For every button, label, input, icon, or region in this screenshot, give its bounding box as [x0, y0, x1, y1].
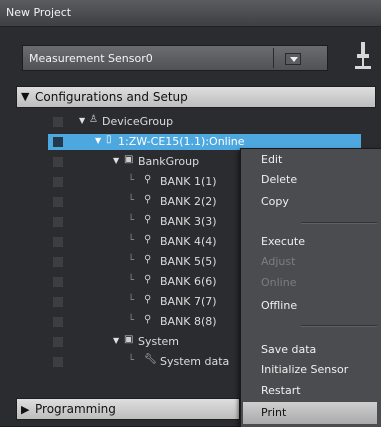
tree-row-system[interactable]: ▼ ▣ System [0, 333, 240, 353]
expand-icon[interactable]: ▼ [113, 336, 119, 345]
tree-checkbox[interactable] [53, 157, 63, 167]
tree-branch: └ [128, 235, 135, 246]
tree-checkbox [53, 317, 63, 327]
configurations-section-header[interactable]: ▼ Configurations and Setup [16, 86, 376, 108]
tree-branch: └ [128, 275, 135, 286]
tree-branch: └ [128, 315, 135, 326]
tree-row-system-data[interactable]: └ 🔧︎ System data [0, 353, 240, 373]
menu-separator [301, 222, 377, 224]
context-menu: Edit Delete Copy Execute Adjust Online O… [240, 148, 381, 427]
tree-row-bank[interactable]: └ ⚲ BANK 3(3) [0, 213, 240, 233]
tree-checkbox [53, 177, 63, 187]
menu-item-execute[interactable]: Execute [261, 235, 305, 248]
collapse-triangle-icon[interactable]: ▼ [21, 90, 29, 103]
tree-checkbox [53, 237, 63, 247]
tree-branch: └ [128, 355, 135, 366]
tree-label: DeviceGroup [102, 115, 174, 128]
menu-item-initialize-sensor[interactable]: Initialize Sensor [261, 363, 348, 376]
tree-label: BANK 8(8) [160, 315, 217, 328]
menu-item-adjust: Adjust [261, 255, 296, 268]
tree-label: System data [160, 355, 230, 368]
bank-icon: ⚲ [144, 214, 152, 225]
bank-icon: ⚲ [144, 174, 152, 185]
menu-item-copy[interactable]: Copy [261, 195, 289, 208]
chevron-down-icon[interactable] [285, 53, 301, 65]
device-select-value: Measurement Sensor0 [29, 52, 153, 65]
expand-triangle-icon[interactable]: ▶ [21, 403, 29, 416]
bank-icon: ⚲ [144, 234, 152, 245]
tree-checkbox [53, 357, 63, 367]
menu-item-print[interactable]: Print [261, 406, 286, 419]
tree-row-bank[interactable]: └ ⚲ BANK 5(5) [0, 253, 240, 273]
pin-icon[interactable] [352, 40, 374, 76]
tree-row-bank[interactable]: └ ⚲ BANK 1(1) [0, 173, 240, 193]
tree-branch: └ [128, 295, 135, 306]
tree-checkbox [53, 297, 63, 307]
tree-checkbox [53, 197, 63, 207]
programming-section-header[interactable]: ▶ Programming [16, 398, 240, 420]
device-group-icon: ♙ [89, 114, 98, 125]
tree-label: System [138, 335, 180, 348]
tree-row-bank[interactable]: └ ⚲ BANK 4(4) [0, 233, 240, 253]
bank-icon: ⚲ [144, 194, 152, 205]
expand-icon[interactable]: ▼ [95, 136, 101, 145]
tree-label: BANK 6(6) [160, 275, 217, 288]
tree-label: BANK 5(5) [160, 255, 217, 268]
menu-separator [301, 325, 377, 327]
bank-icon: ⚲ [144, 314, 152, 325]
tree-row-bank[interactable]: └ ⚲ BANK 2(2) [0, 193, 240, 213]
tree-row-bank[interactable]: └ ⚲ BANK 8(8) [0, 313, 240, 333]
tree-checkbox [53, 277, 63, 287]
folder-icon: ▣ [124, 154, 134, 165]
tree-label: BANK 3(3) [160, 215, 217, 228]
section-label: Configurations and Setup [35, 90, 188, 104]
select-divider [273, 48, 274, 68]
sensor-icon: ▯ [106, 134, 112, 145]
tree-label: BankGroup [138, 155, 200, 168]
menu-item-restart[interactable]: Restart [261, 384, 301, 397]
menu-item-online: Online [261, 276, 297, 289]
tree-checkbox[interactable] [53, 117, 63, 127]
section-label: Programming [35, 402, 116, 416]
device-select[interactable]: Measurement Sensor0 [22, 45, 328, 71]
tree-checkbox[interactable] [53, 137, 63, 147]
tree-checkbox[interactable] [53, 337, 63, 347]
title-bar: New Project [0, 0, 381, 27]
expand-icon[interactable]: ▼ [79, 116, 85, 125]
tree-label: BANK 2(2) [160, 195, 217, 208]
menu-item-offline[interactable]: Offline [261, 299, 297, 312]
folder-icon: ▣ [124, 334, 134, 345]
tree-row-devicegroup[interactable]: ▼ ♙ DeviceGroup [0, 113, 381, 133]
tree-label: 1:ZW-CE15(1.1):Online [118, 135, 245, 148]
tree-label: BANK 4(4) [160, 235, 217, 248]
menu-item-delete[interactable]: Delete [261, 173, 297, 186]
tree-branch: └ [128, 215, 135, 226]
window-title: New Project [6, 6, 72, 19]
tree-branch: └ [128, 175, 135, 186]
tree-row-bank[interactable]: └ ⚲ BANK 7(7) [0, 293, 240, 313]
bank-icon: ⚲ [144, 274, 152, 285]
menu-item-edit[interactable]: Edit [261, 153, 282, 166]
tree-branch: └ [128, 195, 135, 206]
tree-row-bank[interactable]: └ ⚲ BANK 6(6) [0, 273, 240, 293]
menu-item-save-data[interactable]: Save data [261, 343, 316, 356]
tree-label: BANK 7(7) [160, 295, 217, 308]
tree-branch: └ [128, 255, 135, 266]
wrench-icon: 🔧︎ [144, 354, 157, 365]
bank-icon: ⚲ [144, 254, 152, 265]
expand-icon[interactable]: ▼ [113, 156, 119, 165]
tree-checkbox [53, 257, 63, 267]
tree-row-bankgroup[interactable]: ▼ ▣ BankGroup [0, 153, 240, 173]
tree-label: BANK 1(1) [160, 175, 217, 188]
bank-icon: ⚲ [144, 294, 152, 305]
tree-checkbox [53, 217, 63, 227]
